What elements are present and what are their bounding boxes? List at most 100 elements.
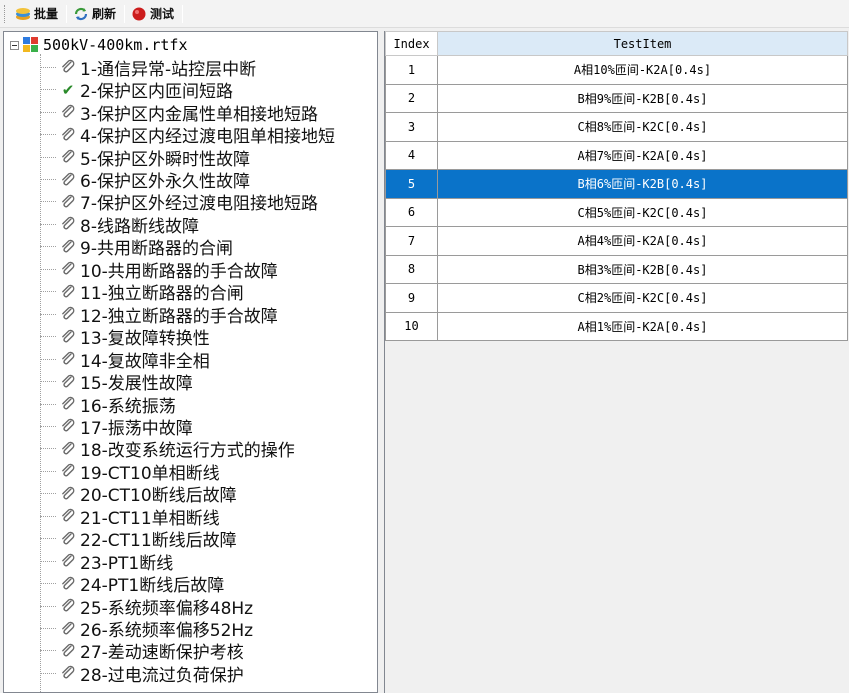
tree-item[interactable]: 3-保护区内金属性单相接地短路: [40, 101, 318, 125]
table-row[interactable]: 4 A相7%匝间-K2A[0.4s]: [385, 140, 848, 170]
tree-item[interactable]: 19-CT10单相断线: [40, 460, 220, 484]
tree-item-label: 18-改变系统运行方式的操作: [80, 441, 295, 462]
column-header-index[interactable]: Index: [385, 31, 438, 56]
cell-testitem: B相3%匝间-K2B[0.4s]: [437, 254, 848, 284]
table-row[interactable]: 9 C相2%匝间-K2C[0.4s]: [385, 283, 848, 313]
tree-connector-line: [40, 448, 56, 450]
tree-item[interactable]: 9-共用断路器的合闸: [40, 236, 233, 259]
table-body: 1 A相10%匝间-K2A[0.4s] 2 B相9%匝间-K2B[0.4s] 3 C相8%…: [385, 55, 848, 341]
paperclip-icon: [58, 373, 78, 391]
tree-connector-line: [40, 583, 56, 585]
tree-item[interactable]: 5-保护区外瞬时性故障: [40, 146, 250, 170]
tree-item-label: 11-独立断路器的合闸: [80, 284, 244, 305]
tree-connector-line: [40, 291, 56, 293]
tree-item[interactable]: 26-系统频率偏移52Hz: [40, 617, 253, 641]
cell-index: 2: [385, 83, 438, 113]
cell-testitem: C相5%匝间-K2C[0.4s]: [437, 197, 848, 227]
tree-item[interactable]: 14-复故障非全相: [40, 348, 210, 372]
toolbar-separator: [182, 4, 184, 23]
tree-item-label: 16-系统振荡: [80, 396, 176, 417]
tree-item[interactable]: 13-复故障转换性: [40, 325, 210, 349]
tree-item[interactable]: 21-CT11单相断线: [40, 505, 220, 529]
cell-index: 1: [385, 55, 438, 85]
tree-item-label: 2-保护区内匝间短路: [80, 82, 233, 103]
cell-testitem: A相1%匝间-K2A[0.4s]: [437, 311, 848, 341]
paperclip-icon: [58, 58, 78, 76]
tree-connector-line: [40, 358, 56, 360]
collapse-icon[interactable]: [10, 40, 19, 50]
tree-item[interactable]: 15-发展性故障: [40, 370, 193, 394]
paperclip-icon: [58, 417, 78, 435]
cell-testitem: C相8%匝间-K2C[0.4s]: [437, 112, 848, 142]
cell-index: 6: [385, 197, 438, 227]
tree-connector-line: [40, 336, 56, 338]
paperclip-icon: [58, 193, 78, 211]
tree-item-label: 5-保护区外瞬时性故障: [80, 149, 250, 170]
toolbar: 批量 刷新 测试: [0, 0, 849, 28]
table-row[interactable]: 8 B相3%匝间-K2B[0.4s]: [385, 254, 848, 284]
tree-connector-line: [40, 313, 56, 315]
cell-testitem: B相6%匝间-K2B[0.4s]: [437, 169, 848, 199]
cell-index: 3: [385, 112, 438, 142]
paperclip-icon: [58, 260, 78, 278]
test-tree[interactable]: 500kV-400km.rtfx 1-通信异常-站控层中断 ✔ 2-保护区内匝间短路…: [3, 31, 378, 693]
paperclip-icon: [58, 305, 78, 323]
test-item-panel: Index TestItem 1 A相10%匝间-K2A[0.4s] 2 B相9%匝间…: [384, 31, 849, 693]
tree-item[interactable]: ✔ 2-保护区内匝间短路: [40, 78, 233, 103]
tree-item[interactable]: 1-通信异常-站控层中断: [40, 56, 256, 80]
table-row[interactable]: 10 A相1%匝间-K2A[0.4s]: [385, 311, 848, 341]
tree-item-label: 22-CT11断线后故障: [80, 531, 237, 552]
tree-item[interactable]: 11-独立断路器的合闸: [40, 281, 244, 304]
tree-connector-line: [40, 425, 56, 427]
tree-item[interactable]: 18-改变系统运行方式的操作: [40, 438, 295, 461]
column-header-testitem[interactable]: TestItem: [437, 31, 848, 56]
tree-item[interactable]: 6-保护区外永久性故障: [40, 168, 250, 192]
tree-connector-line: [40, 134, 56, 136]
paperclip-icon: [58, 103, 78, 121]
layers-icon: [15, 6, 31, 22]
cell-testitem: C相2%匝间-K2C[0.4s]: [437, 283, 848, 313]
table-row[interactable]: 3 C相8%匝间-K2C[0.4s]: [385, 112, 848, 142]
tree-item[interactable]: 27-差动速断保护考核: [40, 640, 244, 663]
refresh-button[interactable]: 刷新: [69, 3, 122, 25]
tree-item-label: 4-保护区内经过渡电阻单相接地短: [80, 127, 335, 148]
tree-root-label: 500kV-400km.rtfx: [43, 36, 188, 54]
tree-item[interactable]: 20-CT10断线后故障: [40, 483, 237, 506]
tree-connector-line: [40, 111, 56, 113]
tree-connector-line: [40, 89, 56, 91]
paperclip-icon: [58, 440, 78, 458]
tree-item-label: 27-差动速断保护考核: [80, 643, 244, 664]
tree-item[interactable]: 10-共用断路器的手合故障: [40, 258, 278, 282]
tree-item-label: 28-过电流过负荷保护: [80, 665, 244, 686]
tree-item-label: 12-独立断路器的手合故障: [80, 306, 278, 327]
tree-connector-line: [40, 66, 56, 68]
tree-item[interactable]: 22-CT11断线后故障: [40, 527, 237, 552]
table-row[interactable]: 2 B相9%匝间-K2B[0.4s]: [385, 83, 848, 113]
tree-root[interactable]: 500kV-400km.rtfx: [10, 35, 188, 55]
cell-testitem: A相4%匝间-K2A[0.4s]: [437, 226, 848, 256]
tree-item-label: 3-保护区内金属性单相接地短路: [80, 104, 318, 125]
tree-item[interactable]: 12-独立断路器的手合故障: [40, 303, 278, 327]
paperclip-icon: [58, 328, 78, 346]
tree-item[interactable]: 8-线路断线故障: [40, 213, 199, 237]
tree-connector-line: [40, 538, 56, 540]
tree-item[interactable]: 16-系统振荡: [40, 393, 176, 417]
toolbar-grip[interactable]: [4, 4, 7, 23]
tree-item[interactable]: 7-保护区外经过渡电阻接地短路: [40, 191, 318, 214]
tree-item[interactable]: 17-振荡中故障: [40, 415, 193, 439]
record-icon: [131, 6, 147, 22]
table-row[interactable]: 1 A相10%匝间-K2A[0.4s]: [385, 55, 848, 85]
tree-item[interactable]: 28-过电流过负荷保护: [40, 662, 244, 686]
test-button[interactable]: 测试: [127, 3, 180, 25]
tree-item-label: 19-CT10单相断线: [80, 463, 220, 484]
table-row[interactable]: 7 A相4%匝间-K2A[0.4s]: [385, 226, 848, 256]
batch-button[interactable]: 批量: [11, 3, 64, 25]
table-row[interactable]: 6 C相5%匝间-K2C[0.4s]: [385, 197, 848, 227]
tree-connector-line: [40, 403, 56, 405]
tree-item[interactable]: 24-PT1断线后故障: [40, 572, 224, 596]
tree-item[interactable]: 25-系统频率偏移48Hz: [40, 595, 253, 619]
tree-item[interactable]: 4-保护区内经过渡电阻单相接地短: [40, 123, 335, 148]
tree-item[interactable]: 23-PT1断线: [40, 550, 173, 574]
table-row[interactable]: 5 B相6%匝间-K2B[0.4s]: [385, 169, 848, 199]
tree-connector-line: [40, 672, 56, 674]
